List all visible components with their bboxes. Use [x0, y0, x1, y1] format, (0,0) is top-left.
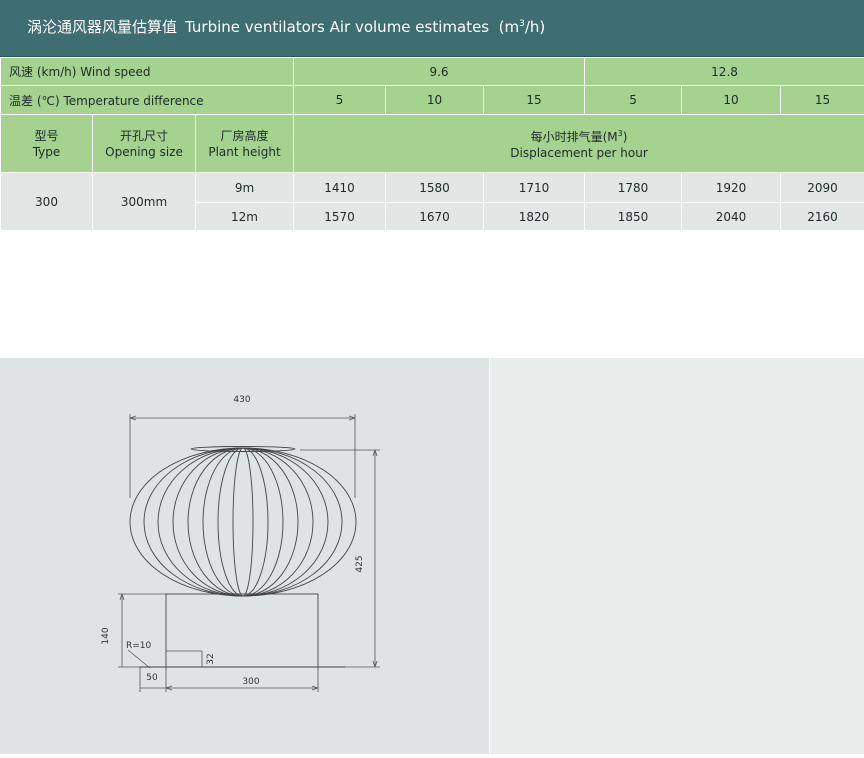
column-header-height: 厂房高度Plant height	[196, 115, 294, 173]
value-cell: 1850	[585, 203, 682, 231]
value-cell: 2160	[781, 203, 864, 231]
temperature-value: 5	[585, 86, 682, 115]
height-cell: 9m	[196, 173, 294, 203]
temperature-label: 温差 (℃) Temperature difference	[1, 86, 294, 115]
value-cell: 1570	[294, 203, 386, 231]
air-volume-table: 风速 (km/h) Wind speed 9.6 12.8 温差 (℃) Tem…	[0, 57, 864, 231]
dim-radius-label: R=10	[126, 641, 152, 651]
value-cell: 1580	[386, 173, 484, 203]
wind-speed-row: 风速 (km/h) Wind speed 9.6 12.8	[1, 58, 864, 86]
value-cell: 1670	[386, 203, 484, 231]
temperature-value: 5	[294, 86, 386, 115]
type-cell: 300	[1, 173, 93, 231]
value-cell: 2090	[781, 173, 864, 203]
temperature-value: 15	[484, 86, 585, 115]
value-cell: 1920	[682, 173, 781, 203]
dim-flange-label: 32	[206, 653, 216, 664]
value-cell: 2040	[682, 203, 781, 231]
dim-height-label: 425	[355, 555, 365, 572]
temperature-value: 15	[781, 86, 864, 115]
page-title: 涡沦通风器风量估算值 Turbine ventilators Air volume…	[27, 16, 545, 37]
dim-base-label: 300	[242, 677, 259, 687]
opening-cell: 300mm	[93, 173, 196, 231]
temperature-value: 10	[386, 86, 484, 115]
ventilator-outline	[130, 447, 356, 668]
title-bar: 涡沦通风器风量估算值 Turbine ventilators Air volume…	[0, 0, 864, 57]
column-header-displacement: 每小时排气量(M3) Displacement per hour	[294, 115, 864, 173]
column-header-opening: 开孔尺寸Opening size	[93, 115, 196, 173]
title-unit: (m3/h)	[499, 18, 546, 36]
wind-speed-value: 9.6	[294, 58, 585, 86]
column-header-row: 型号Type 开孔尺寸Opening size 厂房高度Plant height…	[1, 115, 864, 173]
dimension-lines	[118, 414, 380, 692]
title-chinese: 涡沦通风器风量估算值	[27, 18, 177, 36]
blank-panel	[490, 358, 864, 754]
value-cell: 1820	[484, 203, 585, 231]
temperature-value: 10	[682, 86, 781, 115]
value-cell: 1710	[484, 173, 585, 203]
title-english: Turbine ventilators Air volume estimates	[185, 18, 489, 36]
ventilator-dimension-drawing: 430 425 140 R=10 32 50 300	[0, 358, 489, 754]
wind-speed-value: 12.8	[585, 58, 864, 86]
dim-offset-label: 50	[146, 673, 158, 683]
wind-speed-label: 风速 (km/h) Wind speed	[1, 58, 294, 86]
height-cell: 12m	[196, 203, 294, 231]
temperature-row: 温差 (℃) Temperature difference 5 10 15 5 …	[1, 86, 864, 115]
dim-neck-label: 140	[101, 627, 111, 644]
value-cell: 1780	[585, 173, 682, 203]
technical-drawing-panel: 430 425 140 R=10 32 50 300	[0, 358, 489, 754]
column-header-type: 型号Type	[1, 115, 93, 173]
dim-width-label: 430	[233, 395, 250, 405]
table-row: 300 300mm 9m 1410 1580 1710 1780 1920 20…	[1, 173, 864, 203]
value-cell: 1410	[294, 173, 386, 203]
